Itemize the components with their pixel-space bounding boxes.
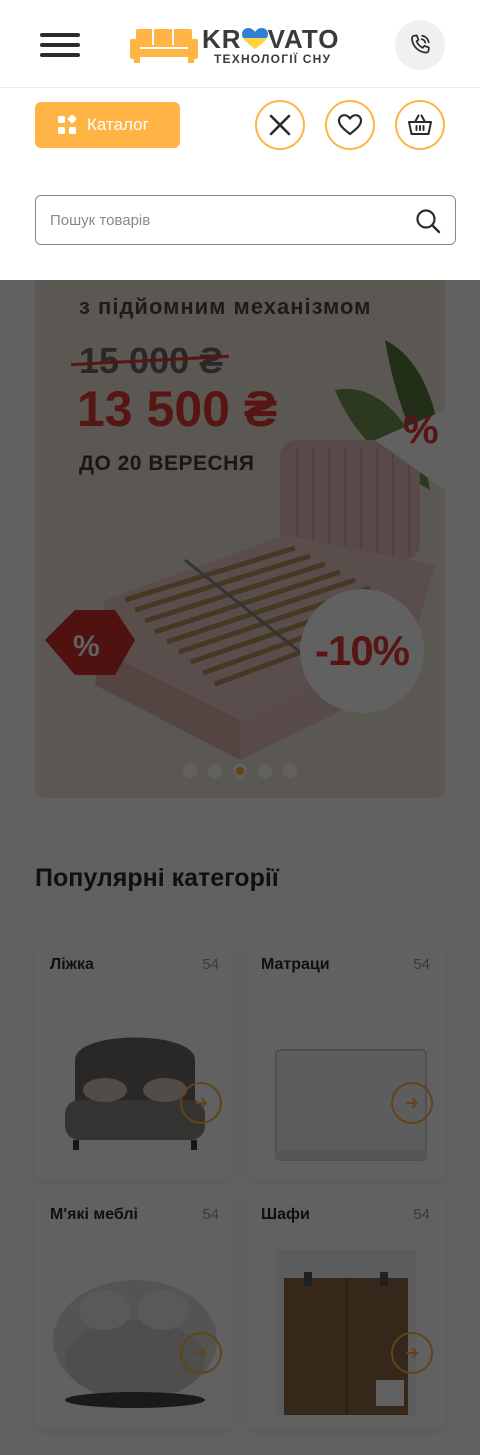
logo-text-left: KR <box>202 24 242 54</box>
cart-button[interactable] <box>395 100 445 150</box>
site-header: KR VATO ТЕХНОЛОГІЇ СНУ <box>0 0 480 88</box>
heart-icon <box>337 114 363 136</box>
banner-subtitle: з підйомним механізмом <box>79 294 372 319</box>
svg-text:%: % <box>73 630 100 663</box>
arrow-right-icon <box>195 1348 208 1358</box>
sofa-logo-icon <box>130 29 198 63</box>
arrow-right-icon <box>406 1098 419 1108</box>
banner-percent-mark: % <box>403 408 439 452</box>
category-name: Матраци <box>261 956 330 973</box>
basket-icon <box>408 114 432 135</box>
site-logo[interactable]: KR VATO ТЕХНОЛОГІЇ СНУ <box>130 22 350 66</box>
section-title: Популярні категорії <box>35 864 279 892</box>
category-open-button[interactable] <box>180 1082 222 1124</box>
category-count: 54 <box>202 1206 219 1223</box>
carousel-dot[interactable] <box>233 764 247 778</box>
search-input[interactable] <box>50 196 410 244</box>
logo-wordmark: KR VATO <box>202 24 339 55</box>
category-count: 54 <box>413 956 430 973</box>
ukraine-heart-icon <box>241 28 268 49</box>
category-name: Ліжка <box>50 956 94 973</box>
banner-deadline: ДО 20 ВЕРЕСНЯ <box>79 452 255 475</box>
category-card-beds[interactable]: Ліжка 54 <box>35 940 234 1180</box>
category-count: 54 <box>413 1206 430 1223</box>
search-icon[interactable] <box>415 208 441 234</box>
logo-tagline: ТЕХНОЛОГІЇ СНУ <box>214 52 332 66</box>
category-open-button[interactable] <box>391 1082 433 1124</box>
category-open-button[interactable] <box>180 1332 222 1374</box>
carousel-dot[interactable] <box>208 764 222 778</box>
logo-text-right: VATO <box>267 24 340 54</box>
grid-icon <box>58 115 77 134</box>
carousel-dot[interactable] <box>283 764 297 778</box>
toolbar: Каталог <box>0 89 480 280</box>
category-card-upholstered[interactable]: М'які меблі 54 <box>35 1190 234 1430</box>
mobile-page: KR VATO ТЕХНОЛОГІЇ СНУ Каталог Пошук тов… <box>0 0 480 1455</box>
close-icon <box>269 114 291 136</box>
menu-button[interactable] <box>40 30 80 60</box>
category-count: 54 <box>202 956 219 973</box>
hamburger-icon-bar <box>40 53 80 57</box>
carousel-dots <box>35 764 445 778</box>
catalog-button-label: Каталог <box>87 115 149 134</box>
phone-icon <box>411 34 430 54</box>
promo-banner[interactable]: % з підйомним механізмом 15 000 ₴ 13 500… <box>35 280 445 798</box>
discount-badge-text: -10% <box>314 627 410 674</box>
category-card-wardrobes[interactable]: Шафи 54 <box>246 1190 445 1430</box>
catalog-button[interactable]: Каталог <box>35 102 180 148</box>
hamburger-icon-bar <box>40 33 80 37</box>
favorites-button[interactable] <box>325 100 375 150</box>
category-name: М'які меблі <box>50 1206 138 1223</box>
banner-new-price: 13 500 ₴ <box>77 381 278 437</box>
hamburger-icon-bar <box>40 43 80 47</box>
page-content: % з підйомним механізмом 15 000 ₴ 13 500… <box>0 280 480 1455</box>
discount-badge: -10% <box>300 589 424 713</box>
arrow-right-icon <box>195 1098 208 1108</box>
close-button[interactable] <box>255 100 305 150</box>
search-box <box>35 195 456 245</box>
category-name: Шафи <box>261 1206 310 1223</box>
carousel-dot[interactable] <box>183 764 197 778</box>
call-button[interactable] <box>395 20 445 70</box>
carousel-dot[interactable] <box>258 764 272 778</box>
category-card-mattresses[interactable]: Матраци 54 <box>246 940 445 1180</box>
category-open-button[interactable] <box>391 1332 433 1374</box>
arrow-right-icon <box>406 1348 419 1358</box>
